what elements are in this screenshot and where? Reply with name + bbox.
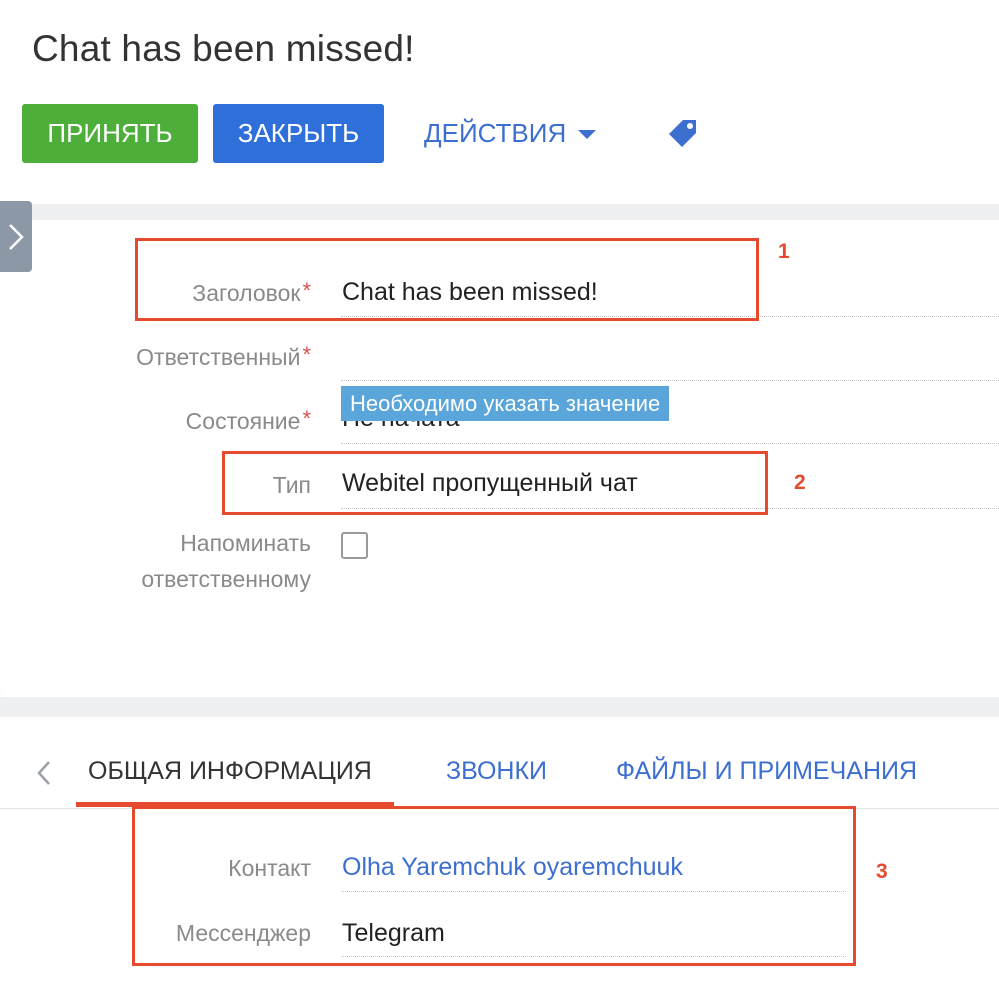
page-title: Chat has been missed! (32, 28, 415, 69)
tab-general-info[interactable]: ОБЩАЯ ИНФОРМАЦИЯ (88, 757, 372, 786)
required-mark: * (302, 342, 311, 367)
owner-field-underline (341, 380, 999, 381)
separator-band (0, 697, 999, 717)
annotation-box-1 (135, 238, 759, 321)
validation-tooltip: Необходимо указать значение (341, 386, 670, 421)
chevron-right-icon (9, 223, 24, 250)
annotation-number-2: 2 (794, 471, 806, 494)
annotation-box-2 (222, 451, 768, 515)
side-panel-toggle[interactable] (0, 201, 32, 272)
state-label: Состояние* (185, 406, 311, 435)
tabs-prev-button[interactable] (34, 758, 54, 788)
required-mark: * (302, 406, 311, 431)
annotation-number-1: 1 (778, 240, 790, 263)
remind-label-line1: Напоминать (180, 530, 311, 556)
actions-dropdown[interactable]: ДЕЙСТВИЯ (424, 104, 597, 163)
owner-field[interactable] (342, 342, 982, 376)
close-button[interactable]: ЗАКРЫТЬ (213, 104, 384, 163)
caret-down-icon (578, 130, 597, 139)
tab-calls[interactable]: ЗВОНКИ (446, 757, 547, 786)
annotation-number-3: 3 (876, 860, 888, 883)
tag-icon[interactable] (666, 117, 700, 151)
accept-button[interactable]: ПРИНЯТЬ (22, 104, 198, 163)
remind-label: Напоминать ответственному (141, 525, 311, 597)
separator-band (0, 204, 999, 220)
chevron-left-icon (37, 761, 50, 785)
remind-label-line2: ответственному (141, 566, 311, 592)
state-field-underline (341, 443, 999, 444)
tab-files-notes[interactable]: ФАЙЛЫ И ПРИМЕЧАНИЯ (616, 757, 917, 786)
owner-label-text: Ответственный (136, 344, 301, 370)
state-label-text: Состояние (185, 408, 301, 434)
remind-checkbox[interactable] (341, 532, 368, 559)
annotation-box-3 (132, 806, 856, 966)
tabs-bar: ОБЩАЯ ИНФОРМАЦИЯ ЗВОНКИ ФАЙЛЫ И ПРИМЕЧАН… (0, 745, 999, 809)
owner-label: Ответственный* (136, 342, 311, 371)
actions-label: ДЕЙСТВИЯ (424, 118, 567, 148)
